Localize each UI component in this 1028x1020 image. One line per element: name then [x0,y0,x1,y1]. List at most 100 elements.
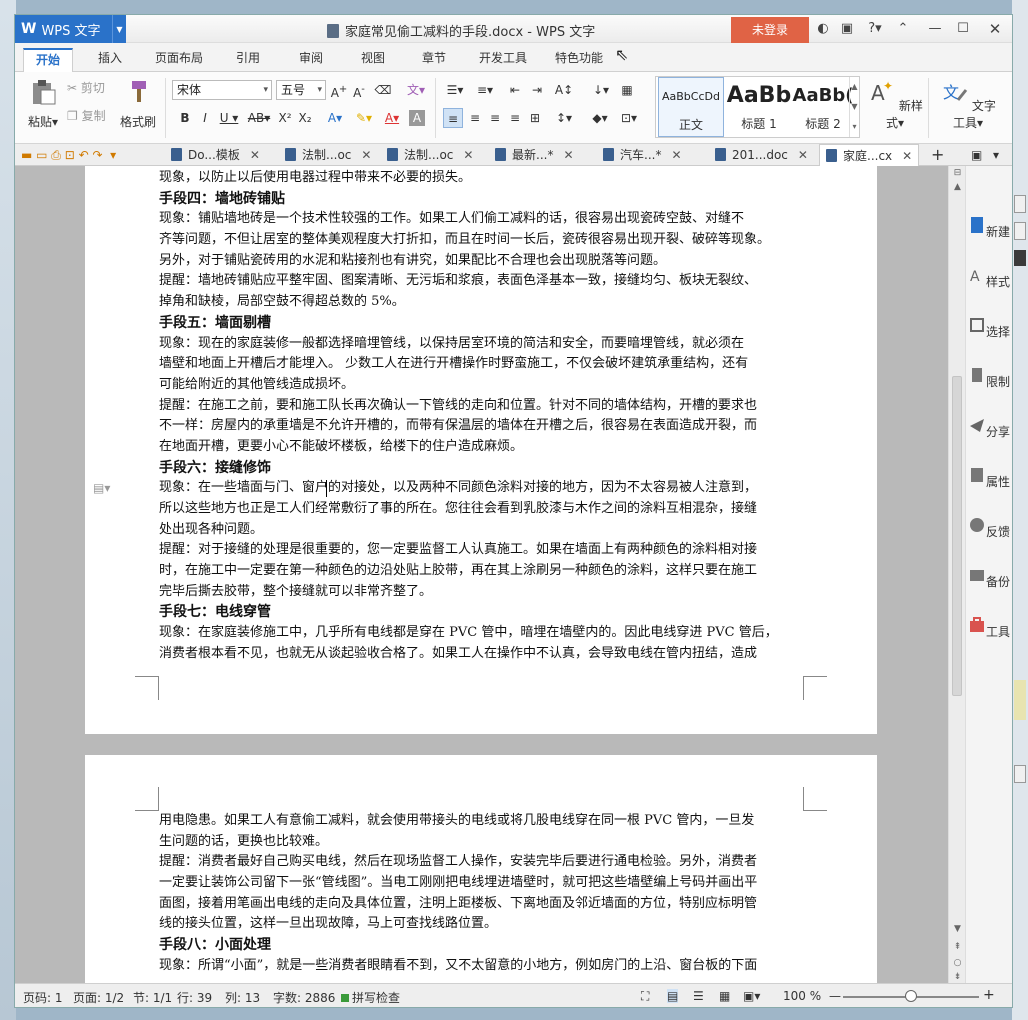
new-style-button[interactable]: A ✦ 新样式▾ [867,78,923,131]
prev-page-icon[interactable]: ⇞ [949,942,966,952]
panel-feedback[interactable]: 反馈 [966,516,1012,540]
reading-view-icon[interactable]: ▣▾ [743,989,760,1003]
align-left-icon[interactable]: ≡ [443,108,463,128]
underline-button[interactable]: U ▾ [215,108,243,128]
scroll-down-icon[interactable]: ▼ [949,924,966,934]
decrease-indent-icon[interactable]: ⇤ [505,80,525,100]
close-tab-icon[interactable]: ✕ [563,148,573,162]
paste-button[interactable]: 粘贴▾ [23,78,63,130]
strikethrough-button[interactable]: AB▾ [245,108,273,128]
next-page-icon[interactable]: ⇟ [949,972,966,982]
login-button[interactable]: 未登录 [731,17,809,43]
cut-button[interactable]: ✂ 剪切 [67,78,117,98]
line-spacing-icon[interactable]: ↕▾ [551,108,577,128]
ruler-toggle-icon[interactable]: ⊟ [949,168,966,178]
tab-insert[interactable]: 插入 [98,49,122,66]
shirt-icon[interactable]: ▣ [837,20,857,38]
close-icon[interactable]: ✕ [985,20,1005,38]
panel-styles[interactable]: A 样式 [966,266,1012,290]
superscript-button[interactable]: X² [275,108,295,128]
scroll-thumb[interactable] [952,376,962,696]
style-gallery-scroll[interactable]: ▲ ▼ ▾ [849,77,859,137]
increase-indent-icon[interactable]: ⇥ [527,80,547,100]
close-tab-icon[interactable]: ✕ [671,148,681,162]
zoom-in-icon[interactable]: + [983,987,995,1003]
outline-view-icon[interactable]: ☰ [693,989,704,1003]
status-word-count[interactable]: 字数: 2886 [273,989,335,1006]
highlight-icon[interactable]: ✎▾ [351,108,377,128]
clear-format-icon[interactable]: ⌫ [373,80,393,100]
sort-icon[interactable]: ↓▾ [589,80,613,100]
minimize-icon[interactable]: — [925,20,945,38]
help-icon[interactable]: ?▾ [863,20,887,38]
close-tab-icon[interactable]: ✕ [250,148,260,162]
quick-access-icons[interactable]: ▬ ▭ ⎙ ⊡ ↶ ↷ ▾ [21,144,151,166]
scroll-up-icon[interactable]: ▲ [949,182,966,192]
style-heading-1[interactable]: AaBb 标题 1 [726,77,792,137]
doc-tab-3[interactable]: 法制...oc ✕ [387,144,473,166]
font-color-button[interactable]: A▾ [379,108,405,128]
font-size-select[interactable]: 五号 [276,80,326,100]
style-normal[interactable]: AaBbCcDd 正文 [658,77,724,137]
tab-list-icon[interactable]: ▣ [971,144,982,166]
panel-tools[interactable]: 工具 [966,616,1012,640]
close-tab-icon[interactable]: ✕ [902,149,912,163]
doc-tab-1[interactable]: Do...模板 ✕ [171,144,260,166]
shrink-font-icon[interactable]: A- [349,80,369,100]
page-1-text[interactable]: 现象，以防止以后使用电器过程中带来不必要的损失。 手段四：墙地砖铺贴 现象：铺贴墙… [159,168,809,665]
full-screen-icon[interactable]: ⛶ [641,989,649,1004]
style-heading-2[interactable]: AaBb( 标题 2 [790,77,856,137]
zoom-slider-handle[interactable] [905,990,917,1002]
distribute-icon[interactable]: ⊞ [525,108,545,128]
doc-tab-4[interactable]: 最新...* ✕ [495,144,574,166]
text-tools-button[interactable]: 文 文字工具▾ [935,78,1001,131]
browse-object-icon[interactable]: ○ [949,958,966,968]
close-tab-icon[interactable]: ✕ [361,148,371,162]
bullet-list-icon[interactable]: ☰▾ [441,80,469,100]
panel-new[interactable]: 新建 [966,216,1012,240]
align-center-icon[interactable]: ≡ [465,108,485,128]
numbered-list-icon[interactable]: ≡▾ [471,80,499,100]
text-effect-button[interactable]: A▾ [321,108,349,128]
doc-tab-active[interactable]: 家庭...cx ✕ [819,144,920,166]
tab-references[interactable]: 引用 [236,49,260,66]
page-view-icon[interactable]: ▤ [667,989,679,1003]
grow-font-icon[interactable]: A+ [329,80,349,100]
web-view-icon[interactable]: ▦ [719,989,730,1003]
vertical-scrollbar[interactable]: ⊟ ▲ ▼ ⇞ ○ ⇟ [948,166,965,983]
font-family-select[interactable]: 宋体 [172,80,272,100]
tab-page-layout[interactable]: 页面布局 [155,49,203,66]
char-shading-button[interactable]: A [409,110,425,126]
text-direction-icon[interactable]: A↕ [551,80,577,100]
tab-view[interactable]: 视图 [361,49,385,66]
maximize-icon[interactable]: ☐ [953,20,973,38]
close-tab-icon[interactable]: ✕ [463,148,473,162]
tab-sections[interactable]: 章节 [422,49,446,66]
tab-menu-icon[interactable]: ▾ [993,144,999,166]
bold-button[interactable]: B [175,108,195,128]
fill-color-icon[interactable]: ◆▾ [587,108,613,128]
panel-share[interactable]: 分享 [966,416,1012,440]
justify-icon[interactable]: ≡ [505,108,525,128]
paragraph-menu-icon[interactable]: ▤▾ [93,481,110,495]
doc-tab-6[interactable]: 201...doc ✕ [715,144,808,166]
panel-properties[interactable]: 属性 [966,466,1012,490]
close-tab-icon[interactable]: ✕ [798,148,808,162]
tab-special-features[interactable]: 特色功能 [555,49,603,66]
doc-tab-2[interactable]: 法制...oc ✕ [285,144,371,166]
skin-icon[interactable]: ◐ [813,20,833,38]
copy-button[interactable]: ❐ 复制 [67,106,117,126]
zoom-out-icon[interactable]: — [829,989,841,1003]
subscript-button[interactable]: X₂ [295,108,315,128]
zoom-level[interactable]: 100 % [783,989,821,1003]
tab-review[interactable]: 审阅 [299,49,323,66]
document-canvas[interactable]: 现象，以防止以后使用电器过程中带来不必要的损失。 手段四：墙地砖铺贴 现象：铺贴墙… [15,166,965,983]
doc-tab-5[interactable]: 汽车...* ✕ [603,144,682,166]
app-menu-button[interactable]: W WPS 文字 ▼ [15,15,126,43]
page-2-text[interactable]: 用电隐患。如果工人有意偷工减料，就会使用带接头的电线或将几股电线穿在同一根 PV… [159,811,809,977]
tab-developer[interactable]: 开发工具 [479,49,527,66]
spell-check-toggle[interactable]: 拼写检查 [341,989,400,1006]
italic-button[interactable]: I [195,108,215,128]
format-painter-button[interactable]: 格式刷 [118,78,158,130]
app-menu-dropdown-icon[interactable]: ▼ [112,15,126,43]
